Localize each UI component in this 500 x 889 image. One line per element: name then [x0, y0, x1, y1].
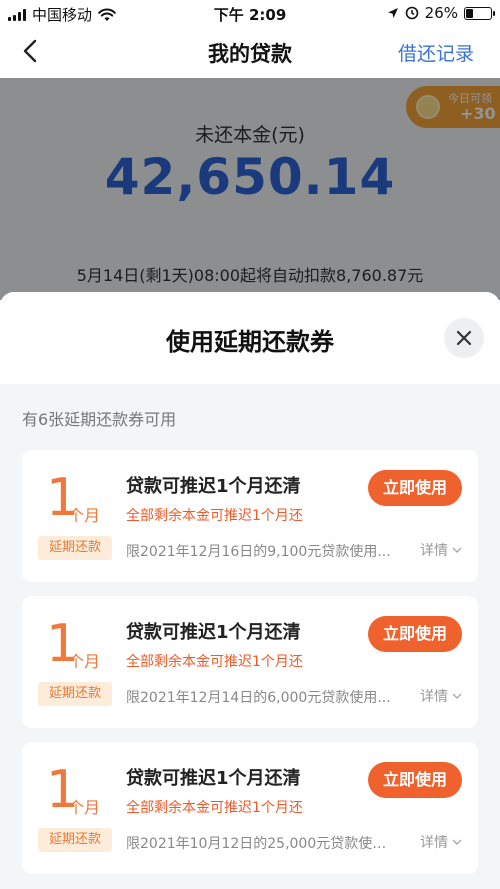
chevron-down-icon [452, 839, 462, 845]
coupon-tag: 延期还款 [38, 828, 112, 852]
nav-bar: 我的贷款 借还记录 [0, 26, 500, 78]
coupon-condition: 限2021年12月14日的6,000元贷款使用... [126, 690, 391, 706]
sheet-title: 使用延期还款券 [166, 328, 334, 356]
sheet-header: 使用延期还款券 [0, 292, 500, 384]
modal-backdrop[interactable] [0, 78, 500, 300]
coupon-condition: 限2021年10月12日的25,000元贷款使用... [126, 836, 392, 852]
coupon-subtitle: 全部剩余本金可推迟1个月还 [126, 654, 303, 670]
battery-icon [464, 6, 495, 20]
coupon-unit: 个月 [68, 506, 101, 525]
use-now-button[interactable]: 立即使用 [368, 616, 462, 652]
chevron-down-icon [452, 547, 462, 553]
coupon-card: 1 个月 延期还款 贷款可推迟1个月还清 全部剩余本金可推迟1个月还 限2021… [22, 742, 478, 874]
use-now-button[interactable]: 立即使用 [368, 762, 462, 798]
coupon-card: 1 个月 延期还款 贷款可推迟1个月还清 全部剩余本金可推迟1个月还 限2021… [22, 450, 478, 582]
close-button[interactable] [444, 318, 484, 358]
coupon-subtitle: 全部剩余本金可推迟1个月还 [126, 508, 303, 524]
coupon-unit: 个月 [68, 798, 101, 817]
loan-records-link[interactable]: 借还记录 [398, 39, 474, 66]
detail-label: 详情 [420, 835, 448, 851]
coupon-tag: 延期还款 [38, 536, 112, 560]
coupon-title: 贷款可推迟1个月还清 [126, 476, 301, 497]
coupon-tag: 延期还款 [38, 682, 112, 706]
coupon-condition: 限2021年12月16日的9,100元贷款使用... [126, 544, 391, 560]
location-arrow-icon [387, 8, 398, 18]
battery-percent: 26% [424, 4, 458, 22]
detail-label: 详情 [420, 689, 448, 705]
detail-toggle[interactable]: 详情 [420, 832, 462, 852]
close-icon [456, 330, 472, 346]
coupon-count: 有6张延期还款券可用 [22, 410, 177, 429]
coupon-title: 贷款可推迟1个月还清 [126, 768, 301, 789]
coupon-subtitle: 全部剩余本金可推迟1个月还 [126, 800, 303, 816]
coupon-title: 贷款可推迟1个月还清 [126, 622, 301, 643]
use-now-button[interactable]: 立即使用 [368, 470, 462, 506]
coupon-unit: 个月 [68, 652, 101, 671]
detail-toggle[interactable]: 详情 [420, 686, 462, 706]
alarm-icon [405, 6, 418, 20]
coupon-card: 1 个月 延期还款 贷款可推迟1个月还清 全部剩余本金可推迟1个月还 限2021… [22, 596, 478, 728]
coupon-sheet: 使用延期还款券 有6张延期还款券可用 1 个月 延期还款 贷款可推迟1个月还清 … [0, 292, 500, 889]
detail-toggle[interactable]: 详情 [420, 540, 462, 560]
detail-label: 详情 [420, 543, 448, 559]
status-bar: 中国移动 下午 2:09 26% [0, 0, 500, 26]
chevron-down-icon [452, 693, 462, 699]
